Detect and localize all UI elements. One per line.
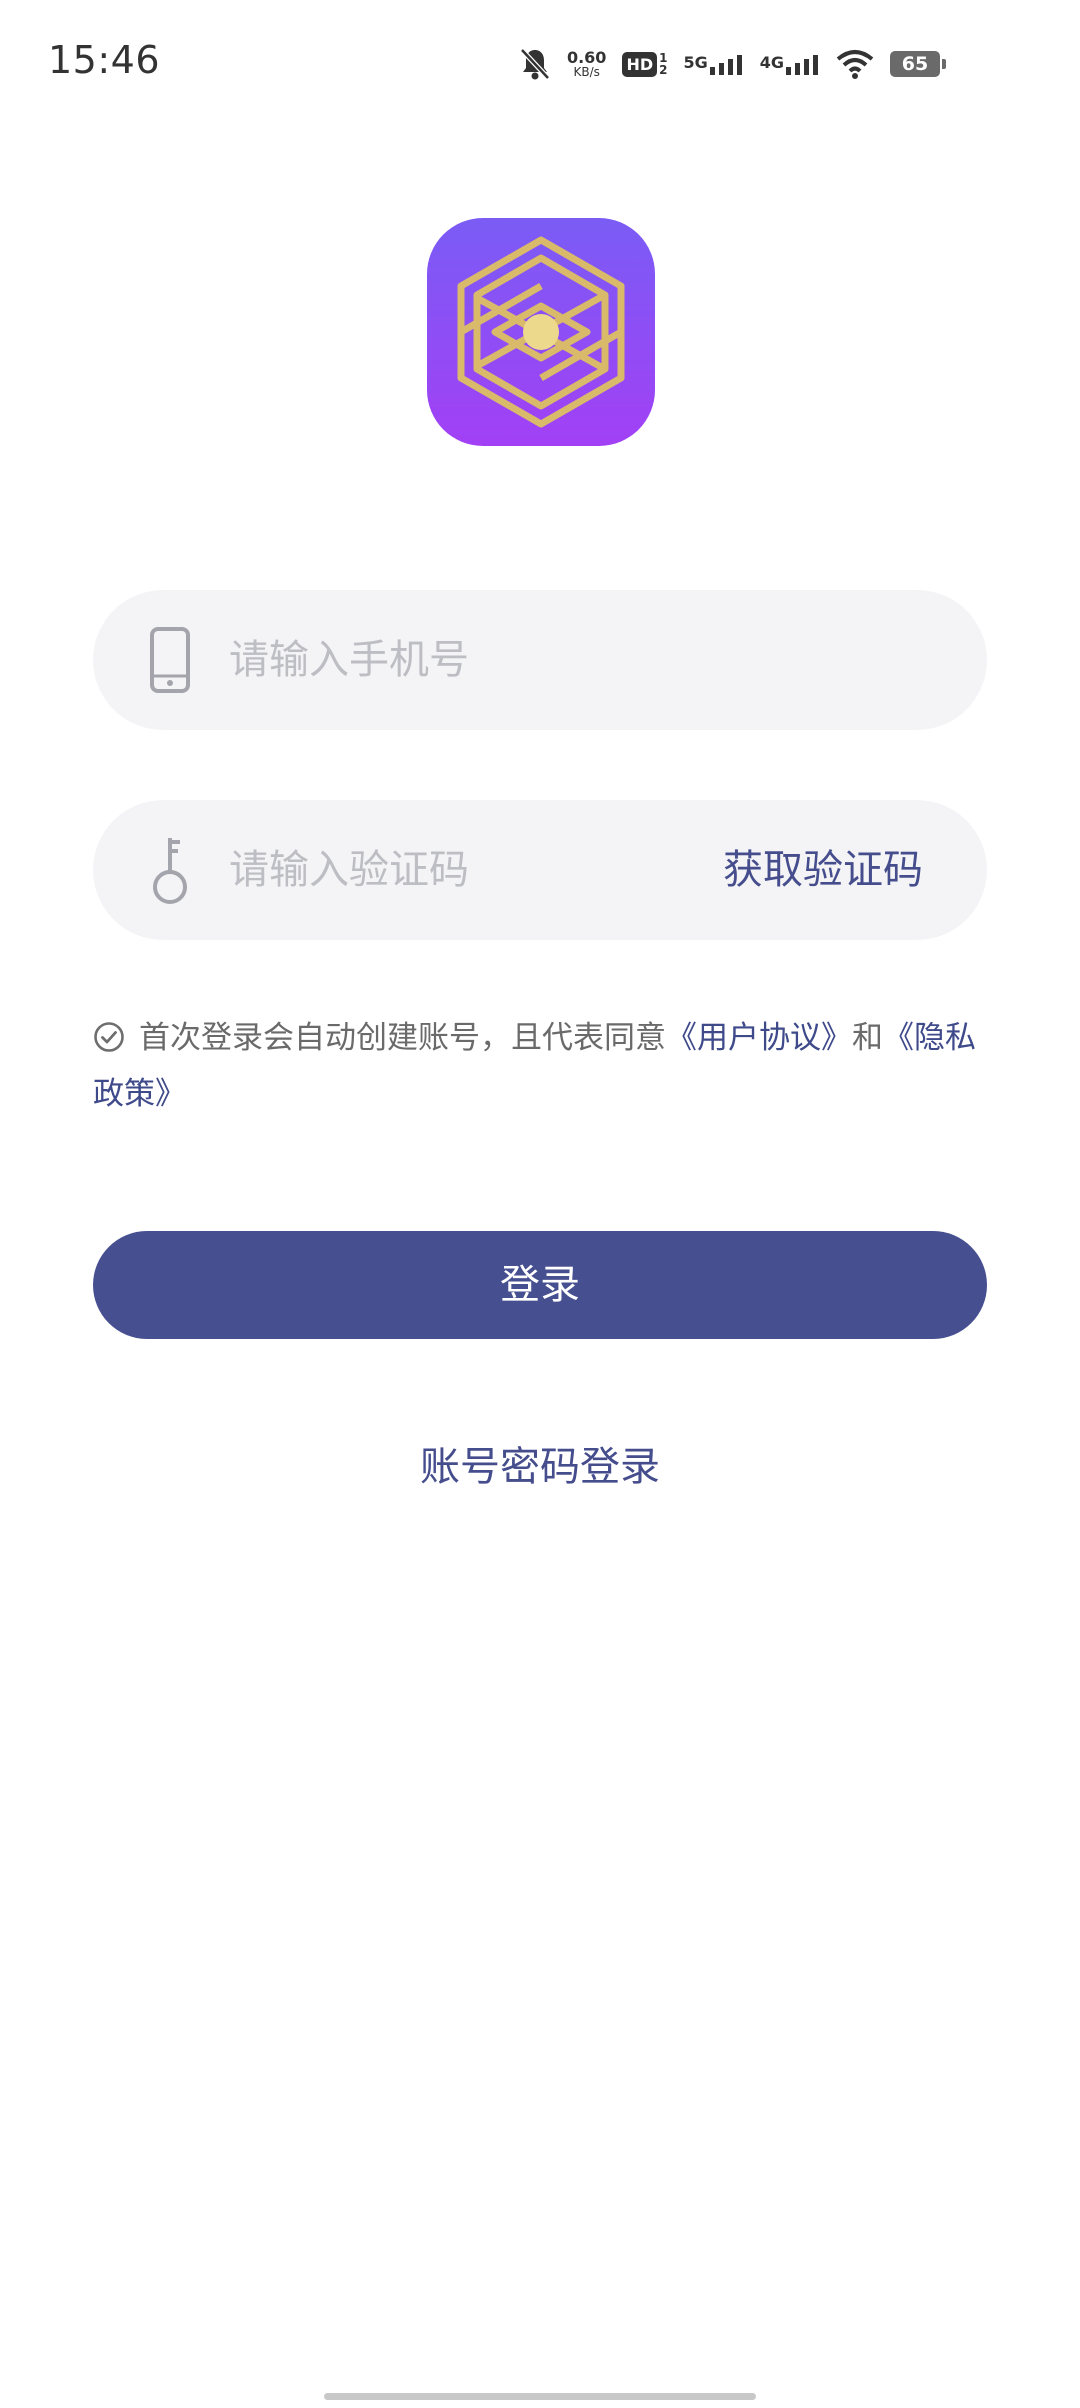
battery-icon: 65 — [890, 51, 946, 77]
signal-icon-sim2: 4G — [760, 53, 820, 75]
sim2-network-label: 4G — [759, 53, 784, 72]
hd-sim2: 2 — [659, 63, 668, 77]
status-icons: 0.60 KB/s HD 1 2 5G 4G 65 — [519, 40, 946, 88]
agreement-checkbox-icon[interactable] — [93, 1021, 125, 1053]
net-speed-value: 0.60 — [566, 48, 607, 67]
net-speed-unit: KB/s — [573, 65, 600, 79]
user-agreement-link[interactable]: 《用户协议》 — [666, 1020, 852, 1056]
signal-bars-icon — [709, 55, 742, 75]
verification-code-input[interactable] — [229, 800, 789, 940]
signal-icon-sim1: 5G — [683, 53, 743, 75]
phone-field — [93, 590, 987, 730]
hd-label: HD — [622, 51, 658, 77]
phone-input[interactable] — [229, 590, 789, 730]
network-speed: 0.60 KB/s — [566, 48, 607, 79]
home-indicator[interactable] — [324, 2393, 756, 2400]
sim1-network-label: 5G — [683, 53, 708, 72]
status-bar: 15:46 0.60 KB/s HD 1 2 5G 4G 65 — [0, 0, 1080, 128]
signal-bars-icon — [786, 55, 818, 75]
password-login-link[interactable]: 账号密码登录 — [0, 1434, 1080, 1492]
get-code-button[interactable]: 获取验证码 — [723, 800, 923, 940]
key-icon — [153, 838, 187, 904]
app-logo — [427, 218, 655, 446]
agreement-text: 首次登录会自动创建账号，且代表同意《用户协议》和《隐私政策》 — [93, 1010, 993, 1122]
verification-code-field: 获取验证码 — [93, 800, 987, 940]
login-button[interactable]: 登录 — [93, 1231, 987, 1339]
wifi-icon — [836, 50, 874, 79]
agreement-prefix: 首次登录会自动创建账号，且代表同意 — [139, 1020, 666, 1056]
battery-level: 65 — [901, 53, 929, 75]
mute-bell-icon — [520, 48, 550, 80]
agreement-connector: 和 — [852, 1020, 883, 1056]
status-time: 15:46 — [48, 38, 161, 82]
hd-icon: HD 1 2 — [622, 51, 668, 77]
hexagon-eye-logo-icon — [457, 236, 625, 428]
phone-icon — [150, 627, 190, 693]
login-screen: 15:46 0.60 KB/s HD 1 2 5G 4G 65 请输入手机号 请… — [0, 0, 1080, 2408]
